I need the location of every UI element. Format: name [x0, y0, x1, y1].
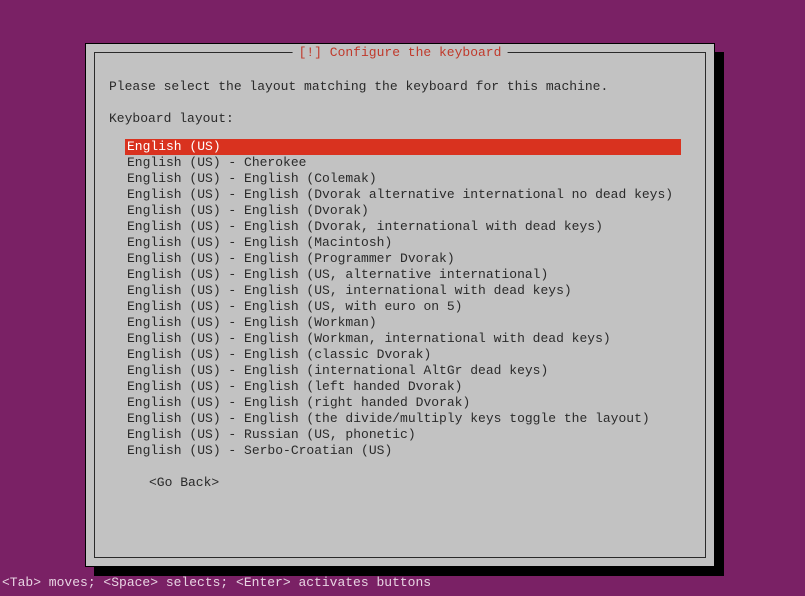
go-back-button[interactable]: <Go Back>	[149, 475, 219, 491]
keyboard-layout-option[interactable]: English (US) - English (US, internationa…	[125, 283, 691, 299]
dialog-title: [!] Configure the keyboard	[293, 45, 508, 60]
layout-label: Keyboard layout:	[109, 111, 691, 127]
keyboard-layout-option[interactable]: English (US) - English (left handed Dvor…	[125, 379, 691, 395]
prompt-text: Please select the layout matching the ke…	[109, 79, 691, 95]
keyboard-layout-list[interactable]: English (US)English (US) - CherokeeEngli…	[125, 139, 691, 459]
keyboard-layout-option[interactable]: English (US) - Russian (US, phonetic)	[125, 427, 691, 443]
keyboard-layout-option[interactable]: English (US) - English (the divide/multi…	[125, 411, 691, 427]
keyboard-layout-option[interactable]: English (US) - English (US, alternative …	[125, 267, 691, 283]
dialog-border: [!] Configure the keyboard Please select…	[94, 52, 706, 558]
keyboard-layout-option[interactable]: English (US) - Cherokee	[125, 155, 691, 171]
keyboard-layout-option[interactable]: English (US) - English (Dvorak, internat…	[125, 219, 691, 235]
keyboard-layout-option[interactable]: English (US) - English (Workman)	[125, 315, 691, 331]
keyboard-layout-option[interactable]: English (US) - English (Dvorak)	[125, 203, 691, 219]
keyboard-layout-option[interactable]: English (US) - English (Workman, interna…	[125, 331, 691, 347]
keyboard-layout-option[interactable]: English (US) - English (Programmer Dvora…	[125, 251, 691, 267]
configure-keyboard-dialog: [!] Configure the keyboard Please select…	[85, 43, 715, 567]
keyboard-layout-option[interactable]: English (US) - English (Dvorak alternati…	[125, 187, 691, 203]
keyboard-layout-option[interactable]: English (US) - English (US, with euro on…	[125, 299, 691, 315]
keyboard-layout-option[interactable]: English (US) - Serbo-Croatian (US)	[125, 443, 691, 459]
footer-hint: <Tab> moves; <Space> selects; <Enter> ac…	[2, 575, 431, 590]
keyboard-layout-option[interactable]: English (US) - English (classic Dvorak)	[125, 347, 691, 363]
keyboard-layout-option[interactable]: English (US) - English (Macintosh)	[125, 235, 691, 251]
keyboard-layout-option[interactable]: English (US) - English (Colemak)	[125, 171, 691, 187]
dialog-content: Please select the layout matching the ke…	[109, 79, 691, 491]
keyboard-layout-option[interactable]: English (US) - English (right handed Dvo…	[125, 395, 691, 411]
keyboard-layout-option[interactable]: English (US)	[125, 139, 681, 155]
keyboard-layout-option[interactable]: English (US) - English (international Al…	[125, 363, 691, 379]
